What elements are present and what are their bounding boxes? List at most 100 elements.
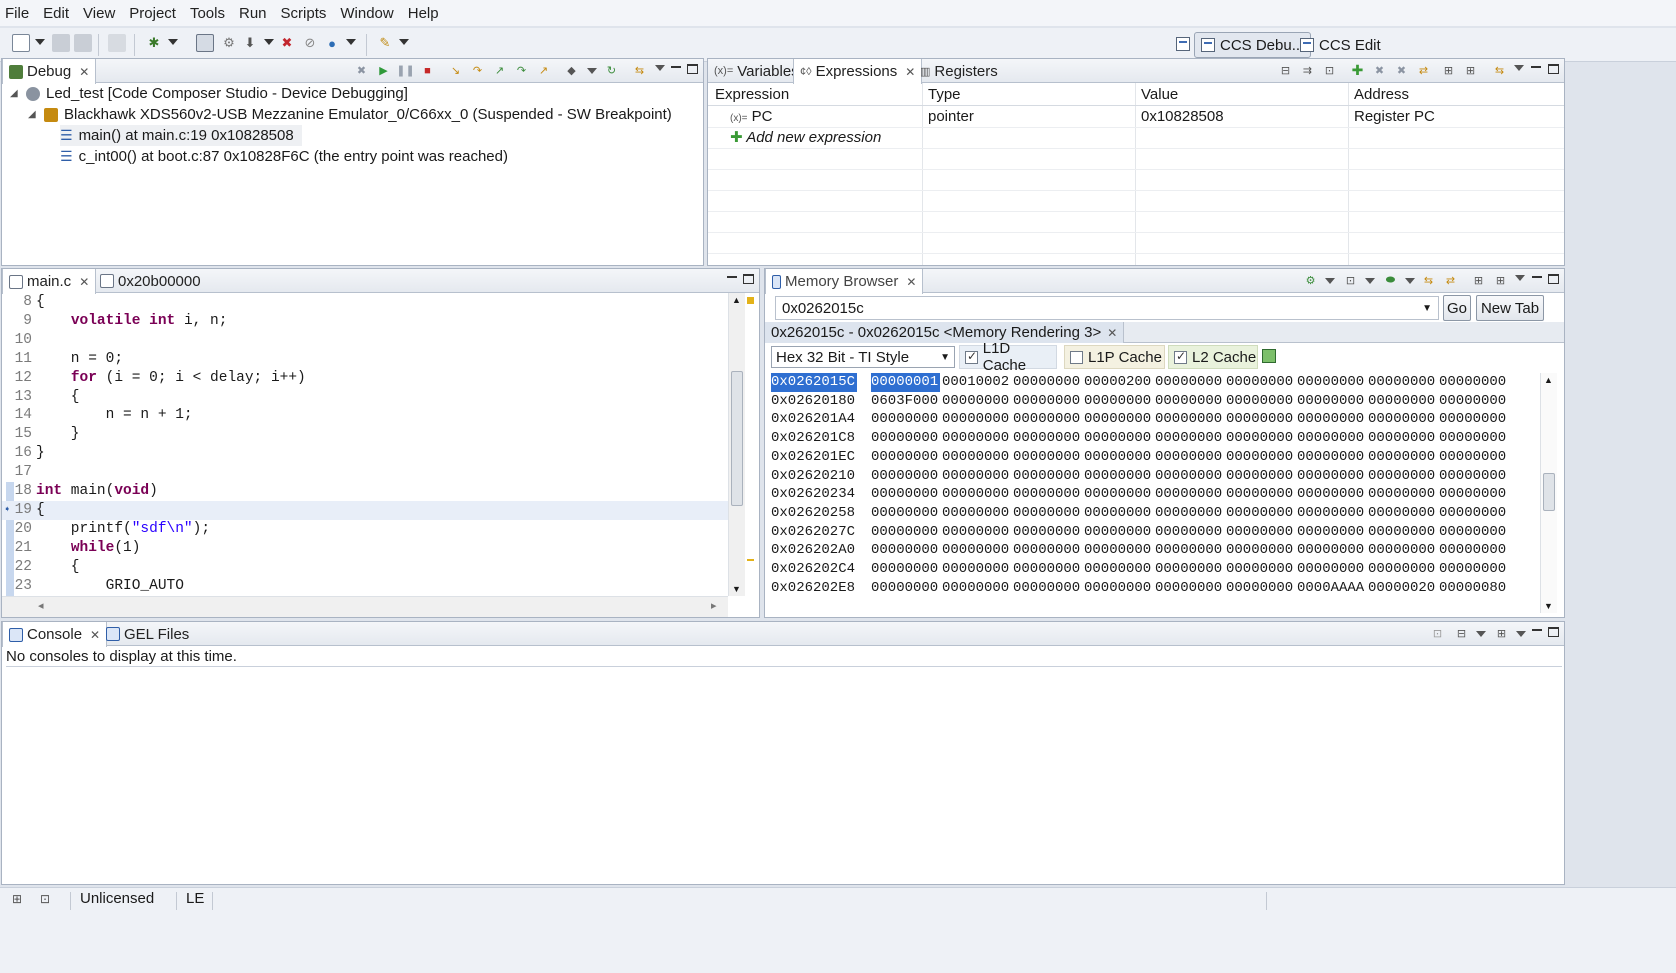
memory-cell[interactable]: 00000000 xyxy=(1155,467,1226,486)
remove-all-icon[interactable]: ✖ xyxy=(1394,63,1409,78)
memory-address[interactable]: 0x026202C4 xyxy=(771,560,861,579)
remove-terminated-icon[interactable]: ✖ xyxy=(354,63,369,78)
editor-vertical-scrollbar[interactable]: ▲ ▼ xyxy=(728,293,745,596)
memory-address-input[interactable]: 0x0262015c ▼ xyxy=(775,296,1439,320)
l1d-cache-toggle[interactable]: L1D Cache xyxy=(959,340,1057,374)
memory-cell[interactable]: 00000000 xyxy=(942,485,1013,504)
memory-cell[interactable]: 00000000 xyxy=(1439,392,1510,411)
step-over-icon[interactable]: ↷ xyxy=(470,63,485,78)
debug-toggle-icon[interactable] xyxy=(196,34,214,52)
memory-address[interactable]: 0x026201C8 xyxy=(771,429,861,448)
cache-legend-icon[interactable] xyxy=(1262,349,1276,363)
memory-cell[interactable]: 00000000 xyxy=(942,429,1013,448)
column-header-address[interactable]: Address xyxy=(1354,84,1409,105)
l1d-cache-checkbox[interactable] xyxy=(965,349,978,364)
memory-cell[interactable]: 00000000 xyxy=(1368,429,1439,448)
memory-cell[interactable]: 00000020 xyxy=(1368,579,1439,598)
refresh-dropdown-icon[interactable] xyxy=(1325,278,1335,284)
heap-status-icon[interactable]: ⊡ xyxy=(40,892,50,906)
memory-cell[interactable]: 00000000 xyxy=(1226,541,1297,560)
connect-icon[interactable]: ● xyxy=(323,34,341,52)
memory-cell[interactable]: 00000000 xyxy=(1368,373,1439,392)
memory-cell[interactable]: 00000000 xyxy=(871,523,942,542)
memory-cell[interactable]: 00000000 xyxy=(1226,448,1297,467)
memory-cell[interactable]: 00000000 xyxy=(1084,410,1155,429)
collapse-icon[interactable]: ◢ xyxy=(10,88,20,99)
save-icon[interactable] xyxy=(52,34,70,52)
memory-cell[interactable]: 00000000 xyxy=(1155,373,1226,392)
memory-cell[interactable]: 00000200 xyxy=(1084,373,1155,392)
memory-cell[interactable]: 00000000 xyxy=(1226,560,1297,579)
skip-breakpoints-icon[interactable]: ⊘ xyxy=(301,34,319,52)
memory-cell[interactable]: 00000000 xyxy=(1013,541,1084,560)
memory-cell[interactable]: 00000000 xyxy=(1084,392,1155,411)
memory-cell[interactable]: 00000000 xyxy=(1084,579,1155,598)
memory-cell[interactable]: 00000000 xyxy=(1084,448,1155,467)
memory-cell[interactable]: 00000000 xyxy=(942,560,1013,579)
save-dropdown-icon[interactable] xyxy=(1365,278,1375,284)
memory-cell[interactable]: 00000000 xyxy=(1013,410,1084,429)
memory-cell[interactable]: 00000000 xyxy=(1155,523,1226,542)
tab-main-c[interactable]: main.c ✕ xyxy=(2,269,97,294)
link-icon[interactable]: ⇆ xyxy=(1421,273,1436,288)
memory-cell[interactable]: 00000000 xyxy=(871,467,942,486)
l2-cache-toggle[interactable]: L2 Cache xyxy=(1168,345,1258,369)
memory-cell[interactable]: 00000000 xyxy=(1226,429,1297,448)
menu-run[interactable]: Run xyxy=(232,5,274,22)
memory-cell[interactable]: 00000000 xyxy=(1439,504,1510,523)
view-menu-icon[interactable] xyxy=(1515,275,1525,281)
memory-cell[interactable]: 00000000 xyxy=(1084,467,1155,486)
maximize-icon[interactable] xyxy=(1548,274,1559,284)
target-icon[interactable]: ⚙ xyxy=(220,34,238,52)
memory-cell[interactable]: 00000000 xyxy=(1013,485,1084,504)
close-icon[interactable]: ✕ xyxy=(906,275,916,289)
memory-address[interactable]: 0x026201A4 xyxy=(771,410,861,429)
perspective-ccs-edit[interactable]: CCS Edit xyxy=(1294,32,1387,58)
maximize-icon[interactable] xyxy=(1548,627,1559,637)
memory-cell[interactable]: 00000000 xyxy=(1084,504,1155,523)
memory-cell[interactable]: 00000000 xyxy=(1084,429,1155,448)
memory-grid[interactable]: 0x0262015C 00000001 00010002 00000000 000002… xyxy=(771,373,1539,599)
memory-cell[interactable]: 00000000 xyxy=(1084,560,1155,579)
load-program-icon[interactable]: ⬇ xyxy=(241,34,259,52)
column-header-type[interactable]: Type xyxy=(928,84,961,105)
memory-address[interactable]: 0x026202A0 xyxy=(771,541,861,560)
external-tools-icon[interactable]: ✎ xyxy=(376,34,394,52)
memory-cell[interactable]: 00000000 xyxy=(1155,448,1226,467)
l1p-cache-checkbox[interactable] xyxy=(1070,350,1083,364)
load-dropdown-icon[interactable] xyxy=(1405,278,1415,284)
memory-cell[interactable]: 00000000 xyxy=(1013,429,1084,448)
memory-address[interactable]: 0x02620210 xyxy=(771,467,861,486)
memory-cell[interactable]: 00000000 xyxy=(1439,448,1510,467)
load-dropdown-icon[interactable] xyxy=(264,39,274,45)
memory-address[interactable]: 0x026201EC xyxy=(771,448,861,467)
terminate-icon[interactable]: ■ xyxy=(420,63,435,78)
memory-cell[interactable]: 00010002 xyxy=(942,373,1013,392)
memory-cell[interactable]: 00000000 xyxy=(1439,373,1510,392)
memory-cell[interactable]: 00000000 xyxy=(1155,579,1226,598)
memory-cell[interactable]: 00000000 xyxy=(871,560,942,579)
memory-cell[interactable]: 00000000 xyxy=(1368,504,1439,523)
tab-gel-files[interactable]: GEL Files xyxy=(100,622,195,646)
memory-cell[interactable]: 00000000 xyxy=(1013,579,1084,598)
memory-cell[interactable]: 00000000 xyxy=(1013,560,1084,579)
memory-cell[interactable]: 00000001 xyxy=(871,373,940,392)
scroll-up-icon[interactable]: ▲ xyxy=(1544,375,1553,385)
editor-horizontal-scrollbar[interactable]: ◂ ▸ xyxy=(2,596,728,617)
memory-cell[interactable]: 00000000 xyxy=(1368,523,1439,542)
minimize-icon[interactable] xyxy=(1531,271,1543,283)
memory-cell[interactable]: 00000000 xyxy=(1439,410,1510,429)
scroll-up-icon[interactable]: ▲ xyxy=(732,295,741,305)
memory-cell[interactable]: 00000000 xyxy=(1155,485,1226,504)
display-console-icon[interactable]: ⊟ xyxy=(1454,626,1469,641)
remove-expression-icon[interactable]: ✖ xyxy=(1372,63,1387,78)
export-icon[interactable]: ⊞ xyxy=(1441,63,1456,78)
memory-cell[interactable]: 00000000 xyxy=(1368,560,1439,579)
memory-cell[interactable]: 00000000 xyxy=(871,504,942,523)
column-header-expression[interactable]: Expression xyxy=(715,84,789,105)
collapse-icon[interactable]: ◢ xyxy=(28,109,38,120)
memory-cell[interactable]: 00000000 xyxy=(1013,504,1084,523)
memory-cell[interactable]: 00000000 xyxy=(1226,373,1297,392)
properties-icon[interactable] xyxy=(108,34,126,52)
resume-icon[interactable]: ▶ xyxy=(376,63,391,78)
